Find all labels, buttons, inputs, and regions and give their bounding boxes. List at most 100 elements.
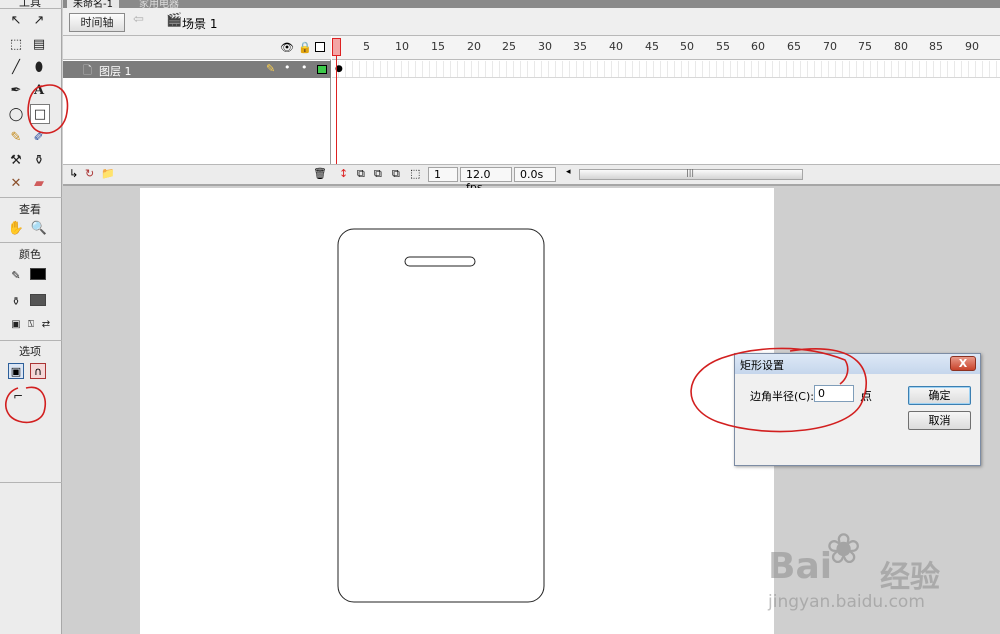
- selection-tool-icon[interactable]: ↖: [6, 10, 26, 30]
- scene-label[interactable]: 场景 1: [182, 15, 217, 32]
- ink-bottle-tool-icon[interactable]: ⚒: [6, 150, 26, 170]
- outline-all-layers-icon[interactable]: [315, 42, 325, 52]
- object-drawing-icon[interactable]: ▣: [8, 363, 24, 379]
- timeline-horizontal-scrollbar[interactable]: |||: [579, 168, 803, 180]
- back-arrow-icon[interactable]: ⇦: [133, 12, 144, 27]
- lock-all-layers-icon[interactable]: 🔒: [298, 41, 312, 54]
- colors-header: 颜色: [19, 248, 41, 261]
- fill-transform-tool-icon[interactable]: ▤: [29, 34, 49, 54]
- ruler-tick-label: 25: [502, 40, 516, 53]
- ruler-tick-label: 55: [716, 40, 730, 53]
- onion-skin-icon[interactable]: ⧉: [357, 167, 365, 181]
- pencil-tool-icon[interactable]: ✎: [6, 127, 26, 147]
- phone-body-shape: [337, 228, 545, 603]
- ruler-tick-label: 30: [538, 40, 552, 53]
- document-tabs: 未命名-1 家用电器: [63, 0, 1000, 10]
- show-hide-all-layers-icon[interactable]: 👁: [280, 41, 294, 54]
- center-frame-icon[interactable]: ↕: [339, 167, 348, 180]
- insert-folder-icon[interactable]: 📁: [101, 167, 115, 180]
- watermark-brand: Bai: [768, 546, 833, 587]
- stroke-color-swatch[interactable]: [30, 268, 46, 280]
- phone-speaker-shape: [404, 256, 476, 267]
- ruler-tick-label: 60: [751, 40, 765, 53]
- edit-bar: 时间轴 ⇦ 🎬 场景 1: [63, 8, 1000, 36]
- layer-visible-dot-icon[interactable]: •: [284, 61, 291, 74]
- lasso-tool-icon[interactable]: ⬮: [29, 57, 49, 77]
- corner-radius-unit: 点: [860, 389, 873, 403]
- layer-list: 👁 🔒 🗋 图层 1 ✎ • •: [63, 36, 331, 164]
- ruler-tick-label: 40: [609, 40, 623, 53]
- playhead[interactable]: [332, 38, 341, 56]
- ruler-tick-label: 90: [965, 40, 979, 53]
- stage-drawing: [337, 228, 545, 603]
- ruler-tick-label: 85: [929, 40, 943, 53]
- timeline-status-bar: ↳ ↻ 📁 🗑 ↕ ⧉ ⧉ ⧉ ⬚ 1 12.0 fps 0.0s ◂ |||: [63, 164, 1000, 194]
- layer-type-icon: 🗋: [83, 64, 92, 77]
- frame-rate[interactable]: 12.0 fps: [460, 167, 512, 194]
- dialog-titlebar[interactable]: 矩形设置 X: [735, 354, 980, 374]
- scene-clapper-icon: 🎬: [166, 13, 183, 28]
- stroke-color-icon: ✎: [11, 268, 21, 282]
- timeline-panel: 👁 🔒 🗋 图层 1 ✎ • • 15101520253035404550556…: [63, 36, 1000, 194]
- tab-document-2[interactable]: 家用电器: [133, 0, 185, 10]
- frame-row[interactable]: ●: [332, 61, 1000, 78]
- timeline-toggle-button[interactable]: 时间轴: [69, 13, 125, 32]
- tools-panel: 工具 ↖ ↗ ⬚ ▤ ╱ ⬮ ✒ A ◯ □ ✎ ✐ ⚒ ⚱ ✕ ▰ 查看 ✋ …: [0, 0, 62, 634]
- insert-layer-icon[interactable]: ↳: [69, 167, 78, 180]
- view-header: 查看: [19, 203, 41, 216]
- add-motion-guide-icon[interactable]: ↻: [85, 167, 94, 180]
- corner-radius-label: 边角半径(C):: [750, 390, 814, 403]
- watermark: ❀ Bai 经验 jingyan.baidu.com: [768, 524, 998, 630]
- stage[interactable]: [140, 188, 774, 634]
- brush-tool-icon[interactable]: ✐: [29, 127, 49, 147]
- watermark-brand-cn: 经验: [880, 560, 940, 595]
- cancel-button[interactable]: 取消: [908, 411, 971, 430]
- ruler-tick-label: 80: [894, 40, 908, 53]
- layer-outline-color-icon[interactable]: [317, 65, 327, 74]
- paint-bucket-tool-icon[interactable]: ⚱: [29, 150, 49, 170]
- fill-color-swatch[interactable]: [30, 294, 46, 306]
- frame-area: 151015202530354045505560657075808590 ●: [332, 36, 1000, 166]
- elapsed-time: 0.0s: [514, 167, 556, 182]
- frame-ruler[interactable]: 151015202530354045505560657075808590: [332, 36, 1000, 60]
- ruler-tick-label: 70: [823, 40, 837, 53]
- layer-header: 👁 🔒: [63, 36, 331, 60]
- text-tool-icon[interactable]: A: [29, 80, 49, 100]
- rectangle-settings-dialog: 矩形设置 X 边角半径(C): 点 确定 取消: [734, 353, 981, 466]
- ok-button[interactable]: 确定: [908, 386, 971, 405]
- oval-tool-icon[interactable]: ◯: [6, 104, 26, 124]
- onion-skin-outlines-icon[interactable]: ⧉: [374, 167, 382, 181]
- pen-tool-icon[interactable]: ✒: [6, 80, 26, 100]
- edit-multiple-frames-icon[interactable]: ⧉: [392, 167, 400, 181]
- round-rectangle-radius-icon[interactable]: ⌐: [8, 386, 28, 406]
- tab-document-1[interactable]: 未命名-1: [67, 0, 119, 10]
- scroll-grip: |||: [686, 168, 695, 177]
- scroll-left-arrow-icon[interactable]: ◂: [566, 167, 571, 177]
- eyedropper-tool-icon[interactable]: ✕: [6, 173, 26, 193]
- watermark-url: jingyan.baidu.com: [768, 592, 925, 612]
- dialog-close-button[interactable]: X: [950, 356, 976, 371]
- dialog-title: 矩形设置: [740, 359, 784, 372]
- free-transform-tool-icon[interactable]: ⬚: [6, 34, 26, 54]
- rectangle-tool-icon[interactable]: □: [30, 104, 50, 124]
- ruler-tick-label: 65: [787, 40, 801, 53]
- eraser-tool-icon[interactable]: ▰: [29, 173, 49, 193]
- corner-radius-input[interactable]: [814, 385, 854, 402]
- ruler-tick-label: 50: [680, 40, 694, 53]
- layer-lock-dot-icon[interactable]: •: [301, 61, 308, 74]
- swap-colors-icon[interactable]: ⇄: [36, 315, 56, 335]
- hand-tool-icon[interactable]: ✋: [6, 218, 26, 238]
- snap-to-objects-icon[interactable]: ∩: [30, 363, 46, 379]
- ruler-tick-label: 15: [431, 40, 445, 53]
- zoom-tool-icon[interactable]: 🔍: [29, 218, 49, 238]
- layer-name[interactable]: 图层 1: [99, 63, 132, 79]
- modify-onion-markers-icon[interactable]: ⬚: [410, 167, 420, 180]
- subselection-tool-icon[interactable]: ↗: [29, 10, 49, 30]
- layer-row[interactable]: 🗋 图层 1 ✎ • •: [63, 61, 331, 78]
- fill-color-icon: ⚱: [11, 294, 21, 308]
- ruler-tick-label: 45: [645, 40, 659, 53]
- ruler-tick-label: 20: [467, 40, 481, 53]
- line-tool-icon[interactable]: ╱: [6, 57, 26, 77]
- ruler-tick-label: 35: [573, 40, 587, 53]
- delete-layer-icon[interactable]: 🗑: [313, 167, 327, 180]
